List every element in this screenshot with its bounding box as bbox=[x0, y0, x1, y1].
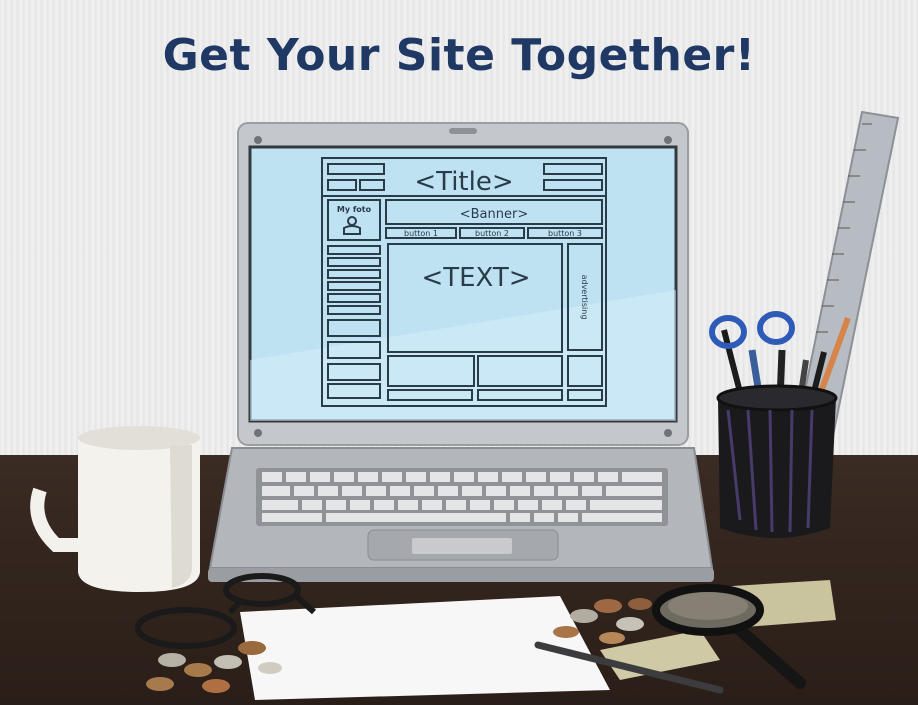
desk-illustration: <Title> <Banner> My foto button 1 button… bbox=[30, 110, 900, 700]
wireframe-title: <Title> bbox=[414, 167, 513, 197]
wireframe-sidebar-label: advertising bbox=[580, 275, 589, 320]
wireframe-button-2: button 2 bbox=[475, 229, 509, 238]
wireframe-banner: <Banner> bbox=[460, 207, 529, 222]
wireframe-button-1: button 1 bbox=[404, 229, 438, 238]
wireframe-photo-label: My foto bbox=[337, 205, 372, 214]
wireframe-main-text: <TEXT> bbox=[421, 263, 530, 293]
coffee-mug bbox=[30, 426, 200, 592]
photo-scene: Get Your Site Together! <Title> <Banner>… bbox=[0, 0, 918, 705]
wireframe-button-3: button 3 bbox=[548, 229, 582, 238]
